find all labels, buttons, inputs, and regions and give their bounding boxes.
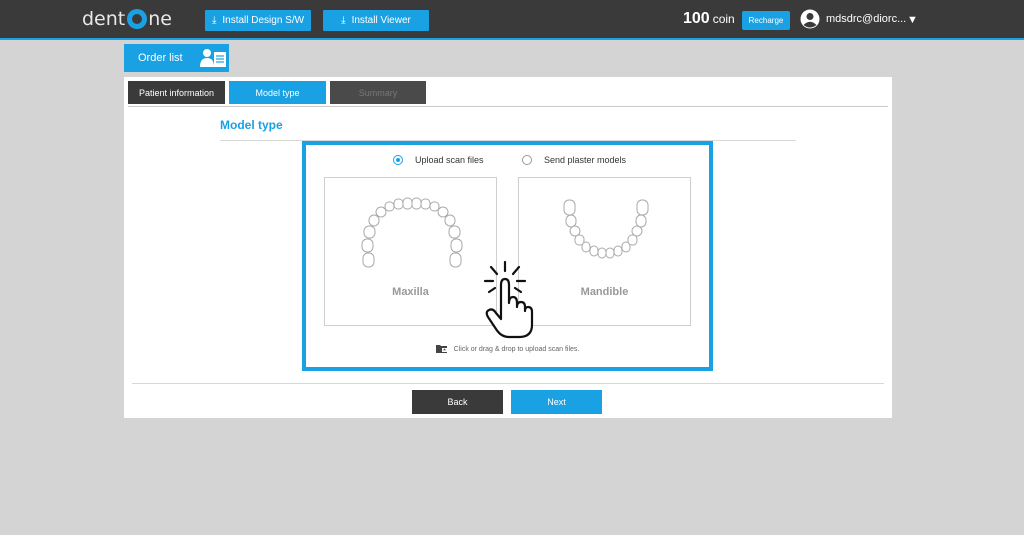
top-bar: dent ne ⤓ Install Design S/W ⤓ Install V…: [0, 0, 1024, 40]
maxilla-teeth-icon: [361, 197, 463, 268]
plaster-radio[interactable]: [522, 155, 532, 165]
plaster-radio-label: Send plaster models: [544, 155, 627, 165]
download-icon: ⤓: [211, 15, 217, 26]
maxilla-upload-card[interactable]: Maxilla: [324, 177, 497, 326]
order-list-icon: [199, 49, 226, 67]
download-icon: ⤓: [341, 15, 346, 26]
upload-radio[interactable]: [393, 155, 403, 165]
user-menu-caret-icon[interactable]: ▼: [907, 14, 918, 26]
install-viewer-label: Install Viewer: [351, 15, 411, 26]
folder-upload-icon: [435, 345, 447, 353]
logo-text-suffix: ne: [148, 8, 172, 30]
back-button[interactable]: Back: [412, 390, 503, 414]
mandible-label: Mandible: [580, 286, 629, 298]
upload-radio-label: Upload scan files: [415, 155, 484, 165]
steps-divider: [128, 106, 888, 107]
step-summary[interactable]: Summary: [330, 81, 426, 104]
upload-scan-option[interactable]: Upload scan files: [393, 155, 484, 165]
send-plaster-option[interactable]: Send plaster models: [522, 155, 626, 165]
logo-one: ne: [125, 8, 172, 30]
recharge-button[interactable]: Recharge: [742, 11, 790, 30]
upload-hint-text: Click or drag & drop to upload scan file…: [453, 345, 580, 353]
coin-unit: coin: [712, 12, 735, 26]
order-list-tab[interactable]: Order list: [124, 44, 229, 72]
user-avatar-icon[interactable]: [800, 9, 820, 29]
install-design-button[interactable]: ⤓ Install Design S/W: [205, 10, 311, 31]
logo-o-icon: [127, 9, 148, 29]
user-email[interactable]: mdsdrc@diorc...: [826, 13, 906, 25]
dentone-logo[interactable]: dent ne: [82, 8, 172, 30]
order-list-label: Order list: [138, 52, 183, 64]
maxilla-label: Maxilla: [392, 286, 429, 298]
install-design-label: Install Design S/W: [222, 15, 305, 26]
order-form-card: Patient information Model type Summary M…: [124, 77, 892, 418]
upload-hint: Click or drag & drop to upload scan file…: [306, 344, 709, 354]
install-viewer-button[interactable]: ⤓ Install Viewer: [323, 10, 429, 31]
coin-balance: 100 coin: [683, 10, 735, 28]
coin-value: 100: [683, 10, 710, 27]
footer-divider: [132, 383, 884, 384]
logo-text-prefix: dent: [82, 8, 126, 30]
mandible-teeth-icon: [563, 199, 649, 259]
step-model-type[interactable]: Model type: [229, 81, 326, 104]
step-patient-information[interactable]: Patient information: [128, 81, 225, 104]
tap-hand-icon: [483, 260, 534, 339]
section-title: Model type: [220, 118, 283, 132]
mandible-upload-card[interactable]: Mandible: [518, 177, 691, 326]
next-button[interactable]: Next: [511, 390, 602, 414]
